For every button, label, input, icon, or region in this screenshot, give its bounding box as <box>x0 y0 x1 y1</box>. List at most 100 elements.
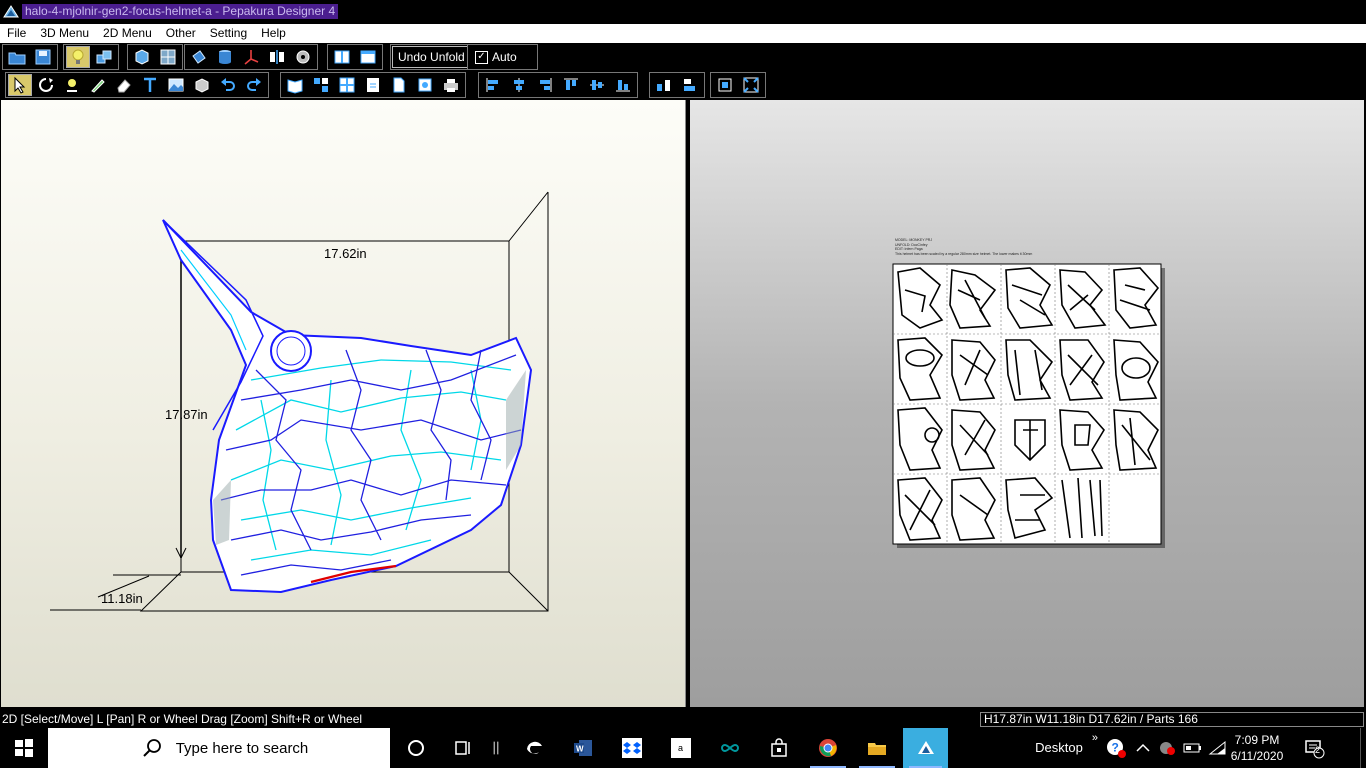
texture-toggle-button[interactable] <box>92 46 116 68</box>
cortana-button[interactable] <box>393 728 439 768</box>
taskbar-search-box[interactable]: Type here to search <box>48 728 390 768</box>
desktop-label: Desktop <box>1035 740 1083 755</box>
grid-layout-button[interactable] <box>335 74 359 96</box>
auto-checkbox[interactable]: ✓ <box>475 50 488 64</box>
single-view-button[interactable] <box>356 46 380 68</box>
taskbar-arduino[interactable] <box>706 728 754 768</box>
printer-icon <box>444 79 458 92</box>
save-file-button[interactable] <box>31 46 55 68</box>
shield-warning-icon <box>1160 742 1175 755</box>
windows-logo-icon <box>15 739 33 757</box>
svg-text:W: W <box>576 745 584 754</box>
menu-setting[interactable]: Setting <box>203 25 254 42</box>
align-middle-button[interactable] <box>585 74 609 96</box>
taskbar-word[interactable]: W <box>559 728 607 768</box>
desktop-toolbar[interactable]: Desktop » <box>1014 728 1104 768</box>
select-move-button[interactable] <box>8 74 32 96</box>
edge-settings-button[interactable] <box>291 46 315 68</box>
taskbar-amazon[interactable]: a <box>657 728 705 768</box>
draw-line-button[interactable] <box>86 74 110 96</box>
open-file-button[interactable] <box>5 46 29 68</box>
menu-3d[interactable]: 3D Menu <box>33 25 96 42</box>
zoom-parts-icon <box>743 77 759 93</box>
status-model-info: H17.87in W11.18in D17.62in / Parts 166 <box>980 712 1364 727</box>
numbering-button[interactable] <box>361 74 385 96</box>
split-view-button[interactable] <box>330 46 354 68</box>
tray-clock[interactable]: 7:09 PM 6/11/2020 <box>1230 728 1284 768</box>
undo-button[interactable] <box>216 74 240 96</box>
page-setup-button[interactable] <box>387 74 411 96</box>
print-preview-button[interactable] <box>413 74 437 96</box>
image-tool-button[interactable] <box>164 74 188 96</box>
taskbar-pepakura[interactable] <box>903 728 948 768</box>
join-edge-button[interactable] <box>60 74 84 96</box>
taskbar-dropbox[interactable] <box>608 728 656 768</box>
print-button[interactable] <box>439 74 463 96</box>
taskbar-edge[interactable] <box>510 728 558 768</box>
word-icon: W <box>574 740 592 756</box>
auto-label: Auto <box>492 50 517 64</box>
auto-checkbox-wrap[interactable]: ✓ Auto <box>470 50 522 64</box>
rotate-part-button[interactable] <box>34 74 58 96</box>
redo-button[interactable] <box>242 74 266 96</box>
dimension-height-label: 17.87in <box>165 407 208 422</box>
cylinder-button[interactable] <box>213 46 237 68</box>
align-center-button[interactable] <box>507 74 531 96</box>
arrange-button[interactable] <box>309 74 333 96</box>
menu-other[interactable]: Other <box>159 25 203 42</box>
pepakura-window: halo-4-mjolnir-gen2-focus-helmet-a - Pep… <box>0 0 1366 768</box>
2d-view-pane[interactable]: MODEL: MONKEY PRJ UNFOLD: DocCinfey EDIT… <box>690 100 1364 707</box>
preview-icon <box>418 78 432 92</box>
undo-unfold-button[interactable]: Undo Unfold <box>392 46 471 68</box>
taskbar-file-explorer[interactable] <box>853 728 901 768</box>
unfold-button[interactable] <box>130 46 154 68</box>
chevron-double-icon: » <box>1091 732 1098 744</box>
arrange-icon <box>314 78 328 92</box>
cube-grid-icon <box>160 49 176 65</box>
page-number-icon <box>367 78 379 92</box>
pepakura-app-icon[interactable] <box>2 3 20 21</box>
tray-expand-button[interactable] <box>1132 728 1154 768</box>
eraser-button[interactable] <box>112 74 136 96</box>
distribute-v-button[interactable] <box>678 74 702 96</box>
3d-view-pane[interactable]: 17.62in 17.87in 11.18in <box>1 100 686 707</box>
align-bottom-icon <box>616 80 630 92</box>
taskbar-chrome[interactable] <box>804 728 852 768</box>
text-tool-button[interactable] <box>138 74 162 96</box>
view-tool-group <box>63 44 119 70</box>
align-left-button[interactable] <box>481 74 505 96</box>
search-placeholder: Type here to search <box>175 739 309 757</box>
tray-antivirus-icon[interactable] <box>1156 728 1180 768</box>
action-center-button[interactable]: 2 <box>1294 728 1334 768</box>
align-bottom-button[interactable] <box>611 74 635 96</box>
tray-help-icon[interactable]: ? <box>1100 728 1132 768</box>
join-edge-icon <box>67 79 77 92</box>
dimension-width-label: 17.62in <box>324 246 367 261</box>
folder-icon <box>8 52 26 65</box>
tray-battery-icon[interactable] <box>1180 728 1204 768</box>
mirror-button[interactable] <box>265 46 289 68</box>
taskbar-store[interactable] <box>755 728 803 768</box>
zoom-parts-button[interactable] <box>739 74 763 96</box>
menu-help[interactable]: Help <box>254 25 293 42</box>
search-icon <box>142 739 161 757</box>
paint-button[interactable] <box>187 46 211 68</box>
distribute-h-button[interactable] <box>652 74 676 96</box>
align-right-button[interactable] <box>533 74 557 96</box>
part-box-button[interactable] <box>190 74 214 96</box>
menu-file[interactable]: File <box>0 25 33 42</box>
cylinder-icon <box>219 50 231 64</box>
svg-text:a: a <box>678 743 683 753</box>
tray-wifi-icon[interactable] <box>1206 728 1230 768</box>
start-button[interactable] <box>0 728 48 768</box>
book-button[interactable] <box>283 74 307 96</box>
split-view-icon <box>334 50 350 64</box>
task-view-button[interactable] <box>440 728 486 768</box>
fit-view-button[interactable] <box>713 74 737 96</box>
align-top-button[interactable] <box>559 74 583 96</box>
axis-button[interactable] <box>239 46 263 68</box>
show-desktop-button[interactable] <box>1360 728 1366 768</box>
light-toggle-button[interactable] <box>66 46 90 68</box>
menu-2d[interactable]: 2D Menu <box>96 25 159 42</box>
unfold-settings-button[interactable] <box>156 46 180 68</box>
